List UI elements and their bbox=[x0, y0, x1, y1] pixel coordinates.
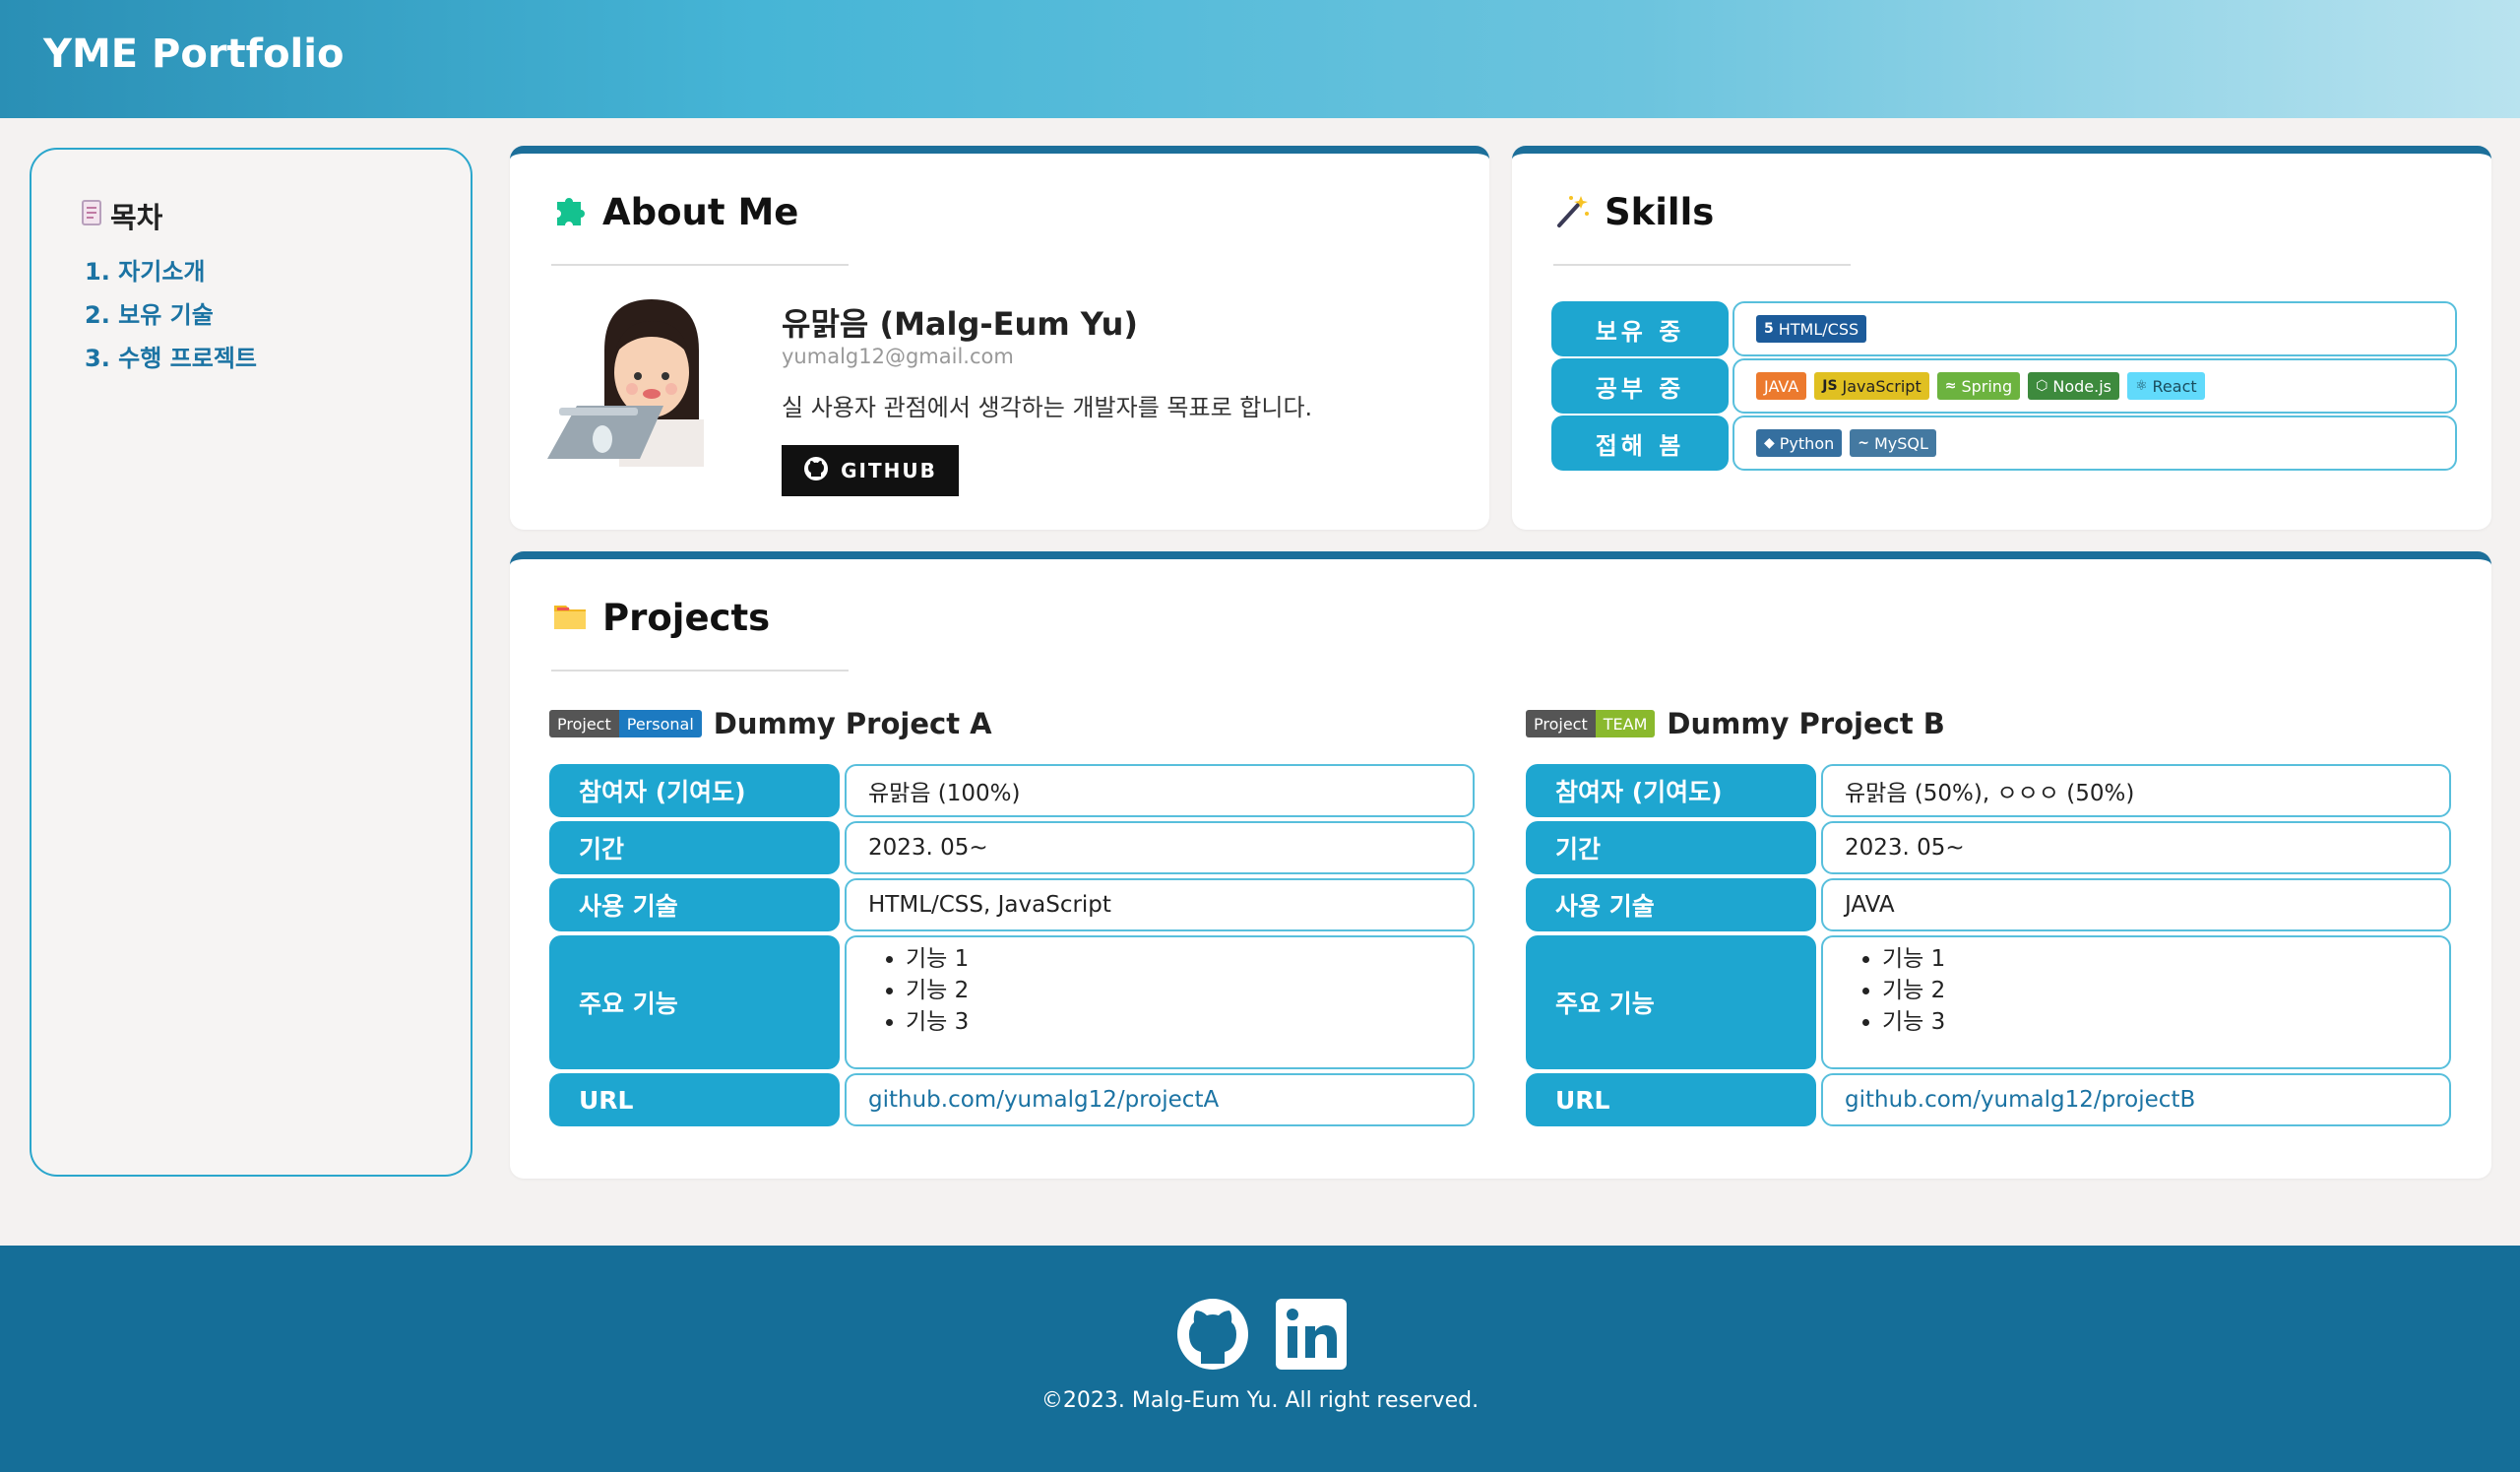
divider bbox=[551, 670, 849, 672]
toc-sidebar: 목차 1. 자기소개 2. 보유 기술 3. 수행 프로젝트 bbox=[30, 148, 472, 1177]
skills-heading: Skills bbox=[1553, 191, 1714, 233]
skill-row-tried: 접해 봄 ◆ Python ~ MySQL bbox=[1551, 416, 2457, 471]
about-card: About Me 유맑음 (Malg-Eum Yu) yumalg12@gmai… bbox=[510, 146, 1489, 530]
skill-badge-javascript: JS JavaScript bbox=[1814, 372, 1929, 400]
linkedin-icon[interactable] bbox=[1274, 1297, 1349, 1372]
header-bar: YME Portfolio bbox=[0, 0, 2520, 118]
divider bbox=[1553, 264, 1851, 266]
list-item: 기능 2 bbox=[906, 975, 969, 1006]
feature-list: 기능 1 기능 2 기능 3 bbox=[868, 943, 969, 1038]
project-row-tech: 사용 기술 HTML/CSS, JavaScript bbox=[549, 878, 1475, 931]
js-icon: JS bbox=[1822, 378, 1838, 394]
profile-email: yumalg12@gmail.com bbox=[782, 345, 1014, 368]
skill-badges: 5 HTML/CSS bbox=[1732, 301, 2457, 356]
skill-row-learning: 공부 중 JAVA JS JavaScript ≈ Spring ⬡ Node.js … bbox=[1551, 358, 2457, 414]
project-row-participants: 참여자 (기여도) 유맑음 (100%) bbox=[549, 764, 1475, 817]
github-button-label: GITHUB bbox=[841, 459, 937, 482]
skill-row-label: 공부 중 bbox=[1551, 358, 1729, 414]
skill-badge-python: ◆ Python bbox=[1756, 429, 1843, 457]
skill-badge-react: ⚛ React bbox=[2126, 372, 2205, 400]
mysql-icon: ~ bbox=[1858, 435, 1869, 451]
list-item: 기능 3 bbox=[1882, 1006, 1945, 1038]
toc-title: 목차 bbox=[81, 195, 162, 236]
feature-list: 기능 1 기능 2 기능 3 bbox=[1845, 943, 1945, 1038]
projects-title: Projects bbox=[602, 597, 771, 639]
toc-item-skills[interactable]: 2. 보유 기술 bbox=[85, 293, 257, 337]
toc-item-projects[interactable]: 3. 수행 프로젝트 bbox=[85, 337, 257, 380]
list-item: 기능 2 bbox=[1882, 975, 1945, 1006]
avatar bbox=[545, 291, 752, 467]
project-row-participants: 참여자 (기여도) 유맑음 (50%), ㅇㅇㅇ (50%) bbox=[1526, 764, 2451, 817]
skill-badge-spring: ≈ Spring bbox=[1936, 372, 2021, 400]
puzzle-icon bbox=[551, 192, 589, 233]
skills-title: Skills bbox=[1605, 191, 1715, 233]
skills-card: Skills 보유 중 5 HTML/CSS 공부 중 JAVA JS JavaSc… bbox=[1512, 146, 2491, 530]
about-heading: About Me bbox=[551, 191, 798, 233]
folder-icon bbox=[551, 598, 589, 639]
html5-icon: 5 bbox=[1764, 321, 1774, 337]
project-row-url: URL github.com/yumalg12/projectB bbox=[1526, 1073, 2451, 1126]
project-row-tech: 사용 기술 JAVA bbox=[1526, 878, 2451, 931]
profile-name: 유맑음 (Malg-Eum Yu) bbox=[782, 305, 1139, 343]
skill-badge-html-css: 5 HTML/CSS bbox=[1756, 315, 1867, 343]
github-button[interactable]: GITHUB bbox=[782, 445, 959, 496]
project-row-url: URL github.com/yumalg12/projectA bbox=[549, 1073, 1475, 1126]
skill-badge-nodejs: ⬡ Node.js bbox=[2028, 372, 2119, 400]
list-item: 기능 3 bbox=[906, 1006, 969, 1038]
github-icon bbox=[803, 456, 829, 486]
skill-badge-java: JAVA bbox=[1756, 372, 1807, 400]
about-title: About Me bbox=[602, 191, 799, 233]
project-url-link[interactable]: github.com/yumalg12/projectB bbox=[1845, 1087, 2195, 1113]
projects-heading: Projects bbox=[551, 597, 770, 639]
toc-title-text: 목차 bbox=[110, 201, 163, 234]
project-row-period: 기간 2023. 05~ bbox=[1526, 821, 2451, 874]
project-tag: Project TEAM bbox=[1526, 710, 1656, 737]
spring-icon: ≈ bbox=[1944, 378, 1957, 394]
copyright: ©2023. Malg-Eum Yu. All right reserved. bbox=[1040, 1388, 1480, 1413]
skill-badges: ◆ Python ~ MySQL bbox=[1732, 416, 2457, 471]
nodejs-icon: ⬡ bbox=[2036, 378, 2048, 394]
project-title: Project TEAM Dummy Project B bbox=[1526, 707, 1945, 740]
project-url-link[interactable]: github.com/yumalg12/projectA bbox=[868, 1087, 1219, 1113]
skill-badge-mysql: ~ MySQL bbox=[1850, 429, 1936, 457]
project-row-features: 주요 기능 기능 1 기능 2 기능 3 bbox=[549, 935, 1475, 1069]
project-name: Dummy Project B bbox=[1667, 707, 1945, 740]
toc-list: 1. 자기소개 2. 보유 기술 3. 수행 프로젝트 bbox=[85, 250, 257, 380]
project-title: Project Personal Dummy Project A bbox=[549, 707, 992, 740]
skill-row-label: 접해 봄 bbox=[1551, 416, 1729, 471]
project-row-features: 주요 기능 기능 1 기능 2 기능 3 bbox=[1526, 935, 2451, 1069]
divider bbox=[551, 264, 849, 266]
magic-wand-icon bbox=[1553, 192, 1591, 233]
github-icon[interactable] bbox=[1175, 1297, 1250, 1372]
skill-row-have: 보유 중 5 HTML/CSS bbox=[1551, 301, 2457, 356]
profile-description: 실 사용자 관점에서 생각하는 개발자를 목표로 합니다. bbox=[782, 394, 1313, 421]
footer-social-links bbox=[1175, 1297, 1349, 1372]
project-name: Dummy Project A bbox=[713, 707, 992, 740]
project-row-period: 기간 2023. 05~ bbox=[549, 821, 1475, 874]
project-tag: Project Personal bbox=[549, 710, 702, 737]
site-title[interactable]: YME Portfolio bbox=[43, 32, 344, 77]
toc-item-intro[interactable]: 1. 자기소개 bbox=[85, 250, 257, 293]
document-icon bbox=[81, 199, 104, 232]
list-item: 기능 1 bbox=[1882, 943, 1945, 975]
skill-row-label: 보유 중 bbox=[1551, 301, 1729, 356]
python-icon: ◆ bbox=[1764, 435, 1775, 451]
projects-card: Projects Project Personal Dummy Project … bbox=[510, 551, 2491, 1179]
list-item: 기능 1 bbox=[906, 943, 969, 975]
skill-badges: JAVA JS JavaScript ≈ Spring ⬡ Node.js ⚛ Reac… bbox=[1732, 358, 2457, 414]
react-icon: ⚛ bbox=[2134, 378, 2148, 394]
